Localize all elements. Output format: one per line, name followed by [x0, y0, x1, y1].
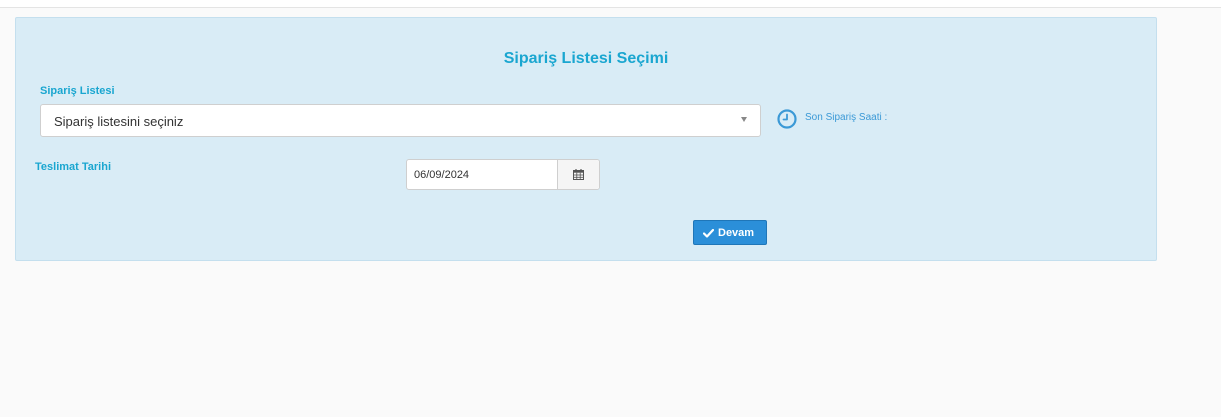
calendar-button[interactable]	[557, 160, 599, 189]
check-icon	[703, 229, 714, 238]
top-bar	[0, 0, 1221, 8]
clock-icon	[777, 109, 797, 129]
order-list-selection-panel: Sipariş Listesi Seçimi Sipariş Listesi S…	[15, 17, 1157, 261]
caret-down-icon	[741, 117, 747, 122]
order-list-label: Sipariş Listesi	[40, 85, 115, 97]
delivery-date-label: Teslimat Tarihi	[35, 161, 112, 173]
order-list-select[interactable]: Sipariş listesini seçiniz	[40, 104, 761, 137]
order-list-select-value: Sipariş listesini seçiniz	[54, 114, 184, 129]
continue-button[interactable]: Devam	[693, 220, 767, 245]
delivery-date-picker	[406, 159, 600, 190]
calendar-icon	[573, 169, 584, 180]
panel-title: Sipariş Listesi Seçimi	[503, 50, 669, 67]
continue-button-label: Devam	[718, 227, 755, 239]
last-order-time-label: Son Sipariş Saati :	[805, 112, 888, 123]
delivery-date-input[interactable]	[407, 160, 558, 189]
